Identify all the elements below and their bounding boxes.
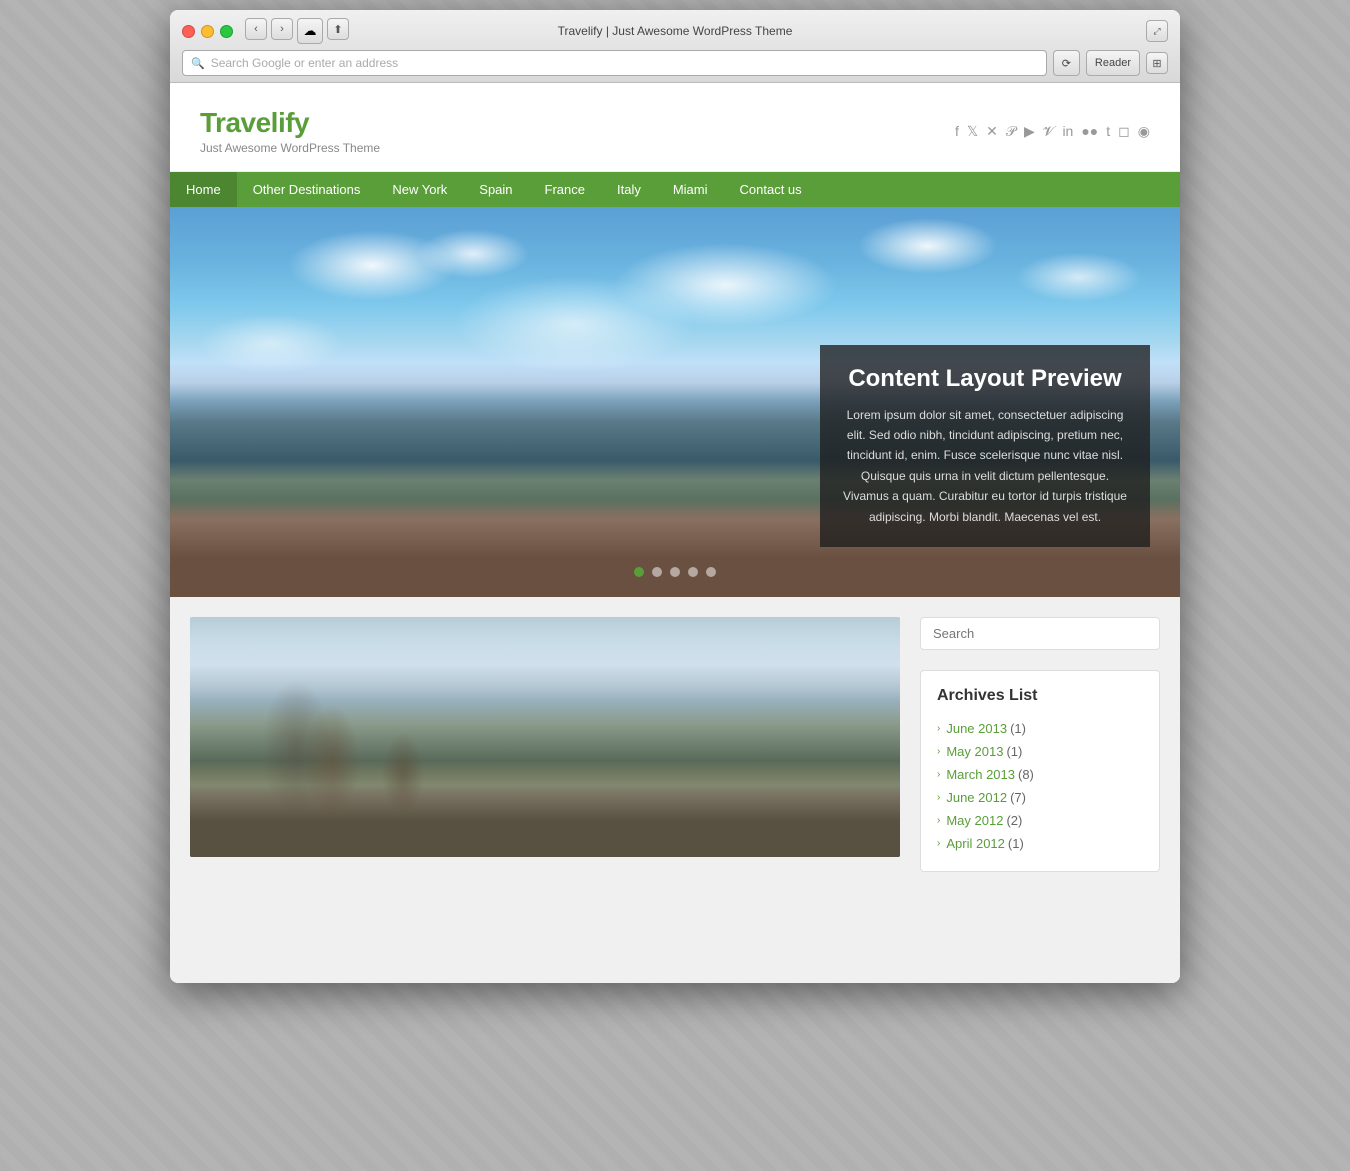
titlebar-top: ‹ › ☁ ⬆ Travelify | Just Awesome WordPre…	[182, 18, 1168, 44]
browser-titlebar: ‹ › ☁ ⬆ Travelify | Just Awesome WordPre…	[170, 10, 1180, 83]
sidebar: Archives List › June 2013 (1) › May 2013…	[920, 617, 1160, 872]
archive-link[interactable]: June 2012	[946, 790, 1007, 805]
archive-item-may2013[interactable]: › May 2013 (1)	[937, 740, 1143, 763]
nav-item-home[interactable]: Home	[170, 172, 237, 207]
site-nav: Home Other Destinations New York Spain F…	[170, 172, 1180, 207]
slider-dot-1[interactable]	[634, 567, 644, 577]
rss-icon[interactable]: ◉	[1138, 123, 1150, 140]
maximize-button[interactable]	[220, 25, 233, 38]
archive-count: (2)	[1006, 813, 1022, 828]
window-controls	[182, 25, 233, 38]
address-bar-row: 🔍 Search Google or enter an address ⟳ Re…	[182, 50, 1168, 82]
pinterest-icon[interactable]: 𝒫	[1006, 123, 1016, 140]
archive-arrow-icon: ›	[937, 792, 940, 803]
archive-item-may2012[interactable]: › May 2012 (2)	[937, 809, 1143, 832]
archive-arrow-icon: ›	[937, 746, 940, 757]
archive-arrow-icon: ›	[937, 815, 940, 826]
hero-caption-text: Lorem ipsum dolor sit amet, consectetuer…	[842, 405, 1128, 527]
archive-count: (7)	[1010, 790, 1026, 805]
vimeo-icon[interactable]: 𝓥	[1043, 123, 1055, 140]
archive-item-april2012[interactable]: › April 2012 (1)	[937, 832, 1143, 855]
nav-item-miami[interactable]: Miami	[657, 172, 724, 207]
archive-link[interactable]: March 2013	[946, 767, 1015, 782]
search-input[interactable]	[920, 617, 1160, 650]
slider-dots	[634, 567, 716, 577]
content-main	[190, 617, 900, 872]
youtube-icon[interactable]: ▶	[1024, 123, 1035, 140]
close-button[interactable]	[182, 25, 195, 38]
archive-arrow-icon: ›	[937, 769, 940, 780]
slider-dot-3[interactable]	[670, 567, 680, 577]
xing-icon[interactable]: ✕	[986, 123, 998, 140]
share-button[interactable]: ⬆	[327, 18, 349, 40]
archive-arrow-icon: ›	[937, 838, 940, 849]
forward-button[interactable]: ›	[271, 18, 293, 40]
instagram-icon[interactable]: ◻	[1118, 123, 1130, 140]
website-content: Travelify Just Awesome WordPress Theme f…	[170, 83, 1180, 983]
archive-item-june2012[interactable]: › June 2012 (7)	[937, 786, 1143, 809]
nav-item-contact[interactable]: Contact us	[724, 172, 818, 207]
cloud-button[interactable]: ☁	[297, 18, 323, 44]
tumblr-icon[interactable]: t	[1106, 123, 1110, 139]
archives-title: Archives List	[937, 687, 1143, 705]
archive-link[interactable]: April 2012	[946, 836, 1005, 851]
hero-slider: Content Layout Preview Lorem ipsum dolor…	[170, 207, 1180, 597]
nav-item-france[interactable]: France	[529, 172, 601, 207]
slider-dot-5[interactable]	[706, 567, 716, 577]
nav-item-italy[interactable]: Italy	[601, 172, 657, 207]
linkedin-icon[interactable]: in	[1062, 123, 1073, 139]
post-featured-image	[190, 617, 900, 857]
site-logo[interactable]: Travelify	[200, 107, 380, 139]
hero-caption-title: Content Layout Preview	[842, 365, 1128, 393]
browser-window: ‹ › ☁ ⬆ Travelify | Just Awesome WordPre…	[170, 10, 1180, 983]
menu-button[interactable]: ⊞	[1146, 52, 1168, 74]
archive-count: (1)	[1008, 836, 1024, 851]
logo-area: Travelify Just Awesome WordPress Theme	[200, 107, 380, 155]
minimize-button[interactable]	[201, 25, 214, 38]
reader-button[interactable]: Reader	[1086, 50, 1140, 76]
hero-caption: Content Layout Preview Lorem ipsum dolor…	[820, 345, 1150, 547]
browser-nav: ‹ › ☁ ⬆	[245, 18, 349, 44]
slider-dot-4[interactable]	[688, 567, 698, 577]
slider-dot-2[interactable]	[652, 567, 662, 577]
resize-button[interactable]: ⤢	[1146, 20, 1168, 42]
site-tagline: Just Awesome WordPress Theme	[200, 141, 380, 155]
browser-title: Travelify | Just Awesome WordPress Theme	[558, 24, 793, 38]
archive-count: (1)	[1010, 721, 1026, 736]
address-text: Search Google or enter an address	[211, 56, 398, 70]
main-content: Archives List › June 2013 (1) › May 2013…	[170, 597, 1180, 892]
archive-link[interactable]: June 2013	[946, 721, 1007, 736]
nav-item-other-destinations[interactable]: Other Destinations	[237, 172, 377, 207]
site-header: Travelify Just Awesome WordPress Theme f…	[170, 83, 1180, 172]
search-icon: 🔍	[191, 57, 205, 70]
archive-count: (1)	[1006, 744, 1022, 759]
twitter-icon[interactable]: 𝕏	[967, 123, 978, 140]
post-image-background	[190, 617, 900, 857]
archive-count: (8)	[1018, 767, 1034, 782]
address-bar[interactable]: 🔍 Search Google or enter an address	[182, 50, 1047, 76]
nav-item-new-york[interactable]: New York	[376, 172, 463, 207]
archive-item-march2013[interactable]: › March 2013 (8)	[937, 763, 1143, 786]
archive-arrow-icon: ›	[937, 723, 940, 734]
nav-item-spain[interactable]: Spain	[463, 172, 528, 207]
back-button[interactable]: ‹	[245, 18, 267, 40]
archives-widget: Archives List › June 2013 (1) › May 2013…	[920, 670, 1160, 872]
archive-link[interactable]: May 2012	[946, 813, 1003, 828]
flickr-icon[interactable]: ●●	[1081, 123, 1098, 139]
archive-item-june2013[interactable]: › June 2013 (1)	[937, 717, 1143, 740]
reload-button[interactable]: ⟳	[1053, 50, 1080, 76]
archive-link[interactable]: May 2013	[946, 744, 1003, 759]
facebook-icon[interactable]: f	[955, 123, 959, 139]
social-icons: f 𝕏 ✕ 𝒫 ▶ 𝓥 in ●● t ◻ ◉	[955, 123, 1150, 140]
